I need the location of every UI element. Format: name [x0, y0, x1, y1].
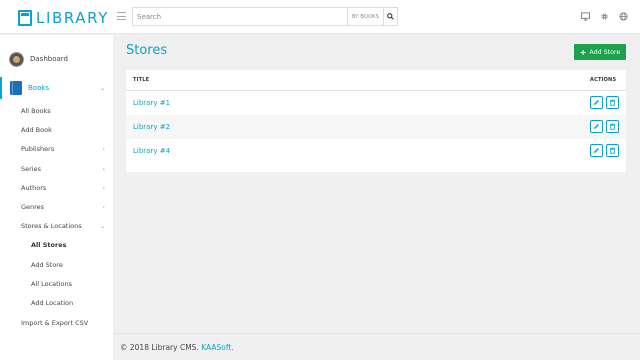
sidebar-item-all-locations[interactable]: All Locations [31, 276, 113, 292]
edit-button[interactable] [590, 144, 603, 157]
sidebar-item-label: All Stores [31, 241, 67, 249]
sidebar-item-all-stores[interactable]: All Stores [31, 237, 113, 253]
search-bar: BY BOOKS [132, 7, 398, 26]
add-store-label: Add Store [589, 48, 621, 56]
globe-icon[interactable] [619, 12, 628, 21]
book-icon [10, 81, 22, 95]
sidebar-item-add-book[interactable]: Add Book [21, 122, 113, 138]
monitor-icon[interactable] [581, 12, 590, 21]
gear-icon[interactable] [600, 12, 609, 21]
sidebar-item-label: Books [28, 84, 50, 92]
store-title-link[interactable]: Library #1 [133, 91, 170, 115]
sidebar-item-series[interactable]: Series ‹ [21, 161, 113, 177]
footer-text: © 2018 Library CMS. KAASoft. [120, 343, 234, 352]
sidebar-item-all-books[interactable]: All Books [21, 103, 113, 119]
sidebar-item-dashboard[interactable]: Dashboard [0, 48, 113, 70]
sidebar-item-label: Dashboard [30, 55, 68, 63]
logo[interactable]: LIBRARY [18, 9, 109, 27]
search-filter-label: BY BOOKS [351, 13, 380, 20]
pencil-icon [594, 124, 599, 129]
footer: © 2018 Library CMS. KAASoft. [113, 333, 640, 360]
sidebar-item-label: Add Store [31, 261, 63, 269]
delete-button[interactable] [606, 120, 619, 133]
delete-button[interactable] [606, 96, 619, 109]
page-title: Stores [126, 43, 168, 58]
store-title-link[interactable]: Library #4 [133, 139, 170, 163]
sidebar-item-books[interactable]: Books ⌄ [0, 77, 113, 99]
search-filter-dropdown[interactable]: BY BOOKS [347, 8, 383, 25]
trash-icon [610, 123, 615, 130]
sidebar-item-label: Import & Export CSV [21, 319, 89, 327]
logo-text: LIBRARY [36, 9, 109, 27]
copyright-text: © 2018 Library CMS. [120, 343, 199, 352]
trash-icon [610, 147, 615, 154]
sidebar-item-label: Add Location [31, 299, 74, 307]
chevron-down-icon: ⌄ [99, 222, 105, 230]
sidebar-item-add-location[interactable]: Add Location [31, 295, 113, 311]
sidebar: Dashboard Books ⌄ All Books Add Book Pub… [0, 35, 113, 360]
plus-icon: + [579, 47, 587, 57]
table-row: Library #2 [126, 115, 626, 139]
top-bar: LIBRARY BY BOOKS [0, 0, 640, 34]
sidebar-item-genres[interactable]: Genres ‹ [21, 199, 113, 215]
sidebar-item-label: Add Book [21, 126, 52, 134]
delete-button[interactable] [606, 144, 619, 157]
sidebar-item-label: All Books [21, 107, 51, 115]
table-row: Library #4 [126, 139, 626, 163]
sidebar-item-label: Genres [21, 203, 45, 211]
sidebar-item-label: Stores & Locations [21, 222, 82, 230]
logo-icon [18, 10, 32, 26]
sidebar-item-publishers[interactable]: Publishers ‹ [21, 141, 113, 157]
search-input[interactable] [133, 8, 347, 25]
pencil-icon [594, 100, 599, 105]
edit-button[interactable] [590, 96, 603, 109]
chevron-down-icon: ⌄ [99, 84, 105, 92]
sidebar-item-add-store[interactable]: Add Store [31, 257, 113, 273]
hamburger-menu-icon[interactable] [117, 12, 126, 20]
sidebar-item-label: Series [21, 165, 41, 173]
sidebar-item-label: Publishers [21, 145, 55, 153]
add-store-button[interactable]: + Add Store [574, 44, 626, 60]
chevron-left-icon: ‹ [102, 145, 105, 153]
sidebar-item-import-export[interactable]: Import & Export CSV [21, 315, 113, 331]
active-indicator [0, 77, 2, 99]
sidebar-item-label: All Locations [31, 280, 73, 288]
store-title-link[interactable]: Library #2 [133, 115, 170, 139]
sidebar-item-authors[interactable]: Authors ‹ [21, 180, 113, 196]
edit-button[interactable] [590, 120, 603, 133]
chevron-left-icon: ‹ [102, 184, 105, 192]
trash-icon [610, 99, 615, 106]
search-icon [387, 13, 394, 20]
sidebar-item-stores-locations[interactable]: Stores & Locations ⌄ [21, 218, 113, 234]
column-header-actions: ACTIONS [590, 77, 617, 83]
chevron-left-icon: ‹ [102, 165, 105, 173]
stores-table: TITLE ACTIONS Library #1 Library #2 Libr… [126, 70, 626, 172]
sidebar-item-label: Authors [21, 184, 47, 192]
table-row: Library #1 [126, 91, 626, 115]
column-header-title: TITLE [133, 77, 150, 83]
avatar [9, 51, 24, 67]
search-button[interactable] [383, 8, 397, 25]
chevron-left-icon: ‹ [102, 203, 105, 211]
footer-link[interactable]: KAASoft. [201, 343, 233, 352]
pencil-icon [594, 148, 599, 153]
